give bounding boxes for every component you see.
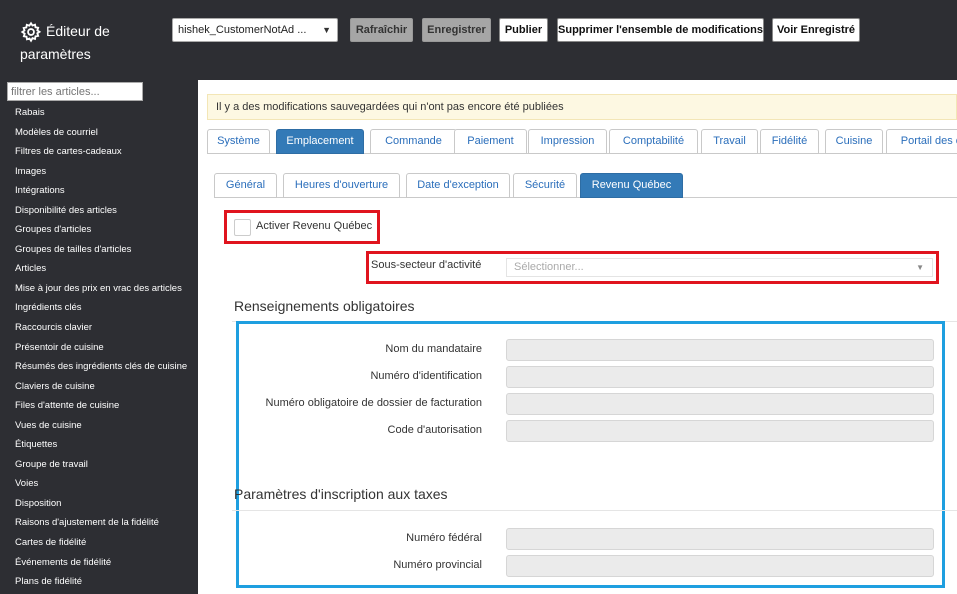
sidebar-item[interactable]: Voies <box>15 474 195 494</box>
app-title: Éditeur de paramètres <box>20 20 150 66</box>
tab-sub[interactable]: Sécurité <box>513 173 577 198</box>
sidebar-item[interactable]: Modèles de courriel <box>15 123 195 143</box>
field-label: Numéro fédéral <box>406 532 482 544</box>
tab-sub[interactable]: Général <box>214 173 277 198</box>
sidebar-item[interactable]: Intégrations <box>15 181 195 201</box>
sidebar-item[interactable]: Claviers de cuisine <box>15 377 195 397</box>
tab-main[interactable]: Commande <box>370 129 457 154</box>
text-field[interactable] <box>506 555 934 577</box>
gear-icon <box>20 21 42 43</box>
tab-main[interactable]: Cuisine <box>825 129 883 154</box>
sidebar-item[interactable]: Files d'attente de cuisine <box>15 396 195 416</box>
sidebar-item[interactable]: Groupes d'articles <box>15 220 195 240</box>
project-select-value: hishek_CustomerNotAd ... <box>178 24 307 36</box>
field-label: Code d'autorisation <box>387 424 482 436</box>
project-select[interactable]: hishek_CustomerNotAd ... ▼ <box>172 18 338 42</box>
sidebar-item[interactable]: Filtres de cartes-cadeaux <box>15 142 195 162</box>
text-field[interactable] <box>506 420 934 442</box>
sidebar-item[interactable]: Raisons d'ajustement de la fidélité <box>15 513 195 533</box>
unpublished-notice: Il y a des modifications sauvegardées qu… <box>207 94 957 120</box>
tab-sub[interactable]: Heures d'ouverture <box>283 173 400 198</box>
field-label: Numéro obligatoire de dossier de factura… <box>265 397 482 409</box>
sidebar-filter-input[interactable] <box>7 82 143 101</box>
tab-main[interactable]: Emplacement <box>276 129 364 154</box>
text-field[interactable] <box>506 393 934 415</box>
tab-main[interactable]: Comptabilité <box>609 129 698 154</box>
tab-main[interactable]: Travail <box>701 129 758 154</box>
divider <box>232 510 957 511</box>
save-button[interactable]: Enregistrer <box>422 18 491 42</box>
field-label: Numéro provincial <box>393 559 482 571</box>
tab-sub[interactable]: Revenu Québec <box>580 173 683 198</box>
sidebar-item[interactable]: Étiquettes <box>15 435 195 455</box>
sidebar-item[interactable]: Groupe de travail <box>15 455 195 475</box>
chevron-down-icon: ▼ <box>916 263 924 272</box>
sidebar-item[interactable]: Rabais <box>15 103 195 123</box>
field-label: Numéro d'identification <box>370 370 482 382</box>
text-field[interactable] <box>506 339 934 361</box>
sidebar-item[interactable]: Résumés des ingrédients clés de cuisine <box>15 357 195 377</box>
sidebar-item[interactable]: Images <box>15 162 195 182</box>
tab-main[interactable]: Portail des c <box>886 129 957 154</box>
top-bar: Éditeur de paramètres hishek_CustomerNot… <box>0 0 957 80</box>
sidebar-item[interactable]: Raccourcis clavier <box>15 318 195 338</box>
sidebar-item[interactable]: Groupes de tailles d'articles <box>15 240 195 260</box>
publish-button[interactable]: Publier <box>499 18 548 42</box>
sidebar-item[interactable]: Événements de fidélité <box>15 553 195 573</box>
tab-main[interactable]: Paiement <box>454 129 527 154</box>
enable-revenu-quebec-checkbox[interactable] <box>234 219 251 236</box>
section-title-required: Renseignements obligatoires <box>234 298 415 314</box>
tab-main[interactable]: Fidélité <box>760 129 819 154</box>
sidebar-item[interactable]: Vues de cuisine <box>15 416 195 436</box>
tab-sub[interactable]: Date d'exception <box>406 173 510 198</box>
sidebar-item[interactable]: Articles <box>15 259 195 279</box>
enable-revenu-quebec-label: Activer Revenu Québec <box>256 220 373 232</box>
sidebar-item[interactable]: Disposition <box>15 494 195 514</box>
sidebar-list: Rabais Modèles de courriel Filtres de cart… <box>15 103 195 592</box>
text-field[interactable] <box>506 528 934 550</box>
sidebar-item[interactable]: Disponibilité des articles <box>15 201 195 221</box>
main-tabs: Système Emplacement Commande Paiement Impres… <box>207 129 957 154</box>
sub-tabs: Général Heures d'ouverture Date d'exceptio… <box>214 173 957 198</box>
tab-main[interactable]: Système <box>207 129 270 154</box>
field-label: Nom du mandataire <box>385 343 482 355</box>
sidebar-item[interactable]: Plans de fidélité <box>15 572 195 592</box>
text-field[interactable] <box>506 366 934 388</box>
chevron-down-icon: ▼ <box>322 25 331 35</box>
delete-changes-button[interactable]: Supprimer l'ensemble de modifications <box>557 18 764 42</box>
section-title-tax: Paramètres d'inscription aux taxes <box>234 486 448 502</box>
sidebar-item[interactable]: Mise à jour des prix en vrac des article… <box>15 279 195 299</box>
subsector-label: Sous-secteur d'activité <box>371 259 482 271</box>
sidebar-item[interactable]: Ingrédients clés <box>15 298 195 318</box>
tab-main[interactable]: Impression <box>528 129 607 154</box>
subsector-select[interactable]: Sélectionner... ▼ <box>506 258 933 277</box>
sidebar-item[interactable]: Cartes de fidélité <box>15 533 195 553</box>
view-saved-button[interactable]: Voir Enregistré <box>772 18 860 42</box>
subsector-placeholder: Sélectionner... <box>514 261 584 273</box>
refresh-button[interactable]: Rafraîchir <box>350 18 413 42</box>
sidebar-item[interactable]: Présentoir de cuisine <box>15 338 195 358</box>
